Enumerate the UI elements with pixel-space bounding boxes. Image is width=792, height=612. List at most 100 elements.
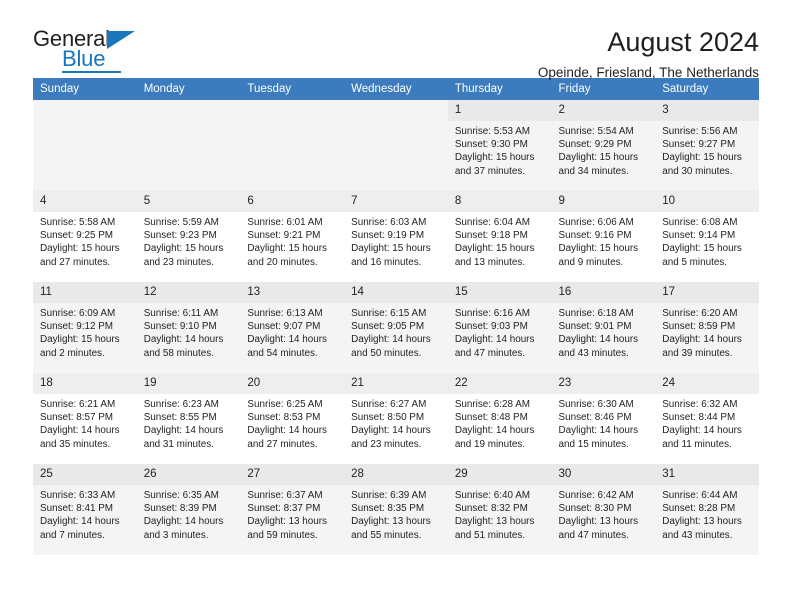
calendar-day[interactable]: 17 Sunrise: 6:20 AM Sunset: 8:59 PM Dayligh… (655, 282, 759, 373)
calendar-day[interactable]: 2 Sunrise: 5:54 AM Sunset: 9:29 PM Daylight… (551, 100, 656, 191)
sunrise-text: Sunrise: 6:35 AM (143, 490, 219, 501)
daylight-text: Daylight: 14 hours and 35 minutes. (40, 425, 120, 450)
daylight-text: Daylight: 14 hours and 7 minutes. (40, 516, 120, 541)
daylight-text: Daylight: 14 hours and 15 minutes. (558, 425, 639, 450)
calendar-cell (240, 100, 345, 191)
calendar-day[interactable]: 24 Sunrise: 6:32 AM Sunset: 8:44 PM Dayligh… (655, 373, 759, 464)
calendar-cell: 5 Sunrise: 5:59 AM Sunset: 9:23 PM Daylight… (136, 191, 241, 282)
day-number: 14 (344, 282, 448, 303)
day-number: 2 (551, 100, 656, 121)
day-details: Sunrise: 5:58 AM Sunset: 9:25 PM Daylight:… (33, 212, 137, 269)
calendar-day[interactable]: 18 Sunrise: 6:21 AM Sunset: 8:57 PM Dayligh… (33, 373, 137, 464)
day-number: 27 (240, 464, 345, 485)
general-blue-logo[interactable]: General Blue (33, 26, 148, 74)
sunset-text: Sunset: 8:50 PM (351, 412, 425, 424)
calendar-day[interactable]: 26 Sunrise: 6:35 AM Sunset: 8:39 PM Dayligh… (136, 464, 241, 555)
sunrise-text: Sunrise: 6:39 AM (351, 490, 427, 501)
sunset-text: Sunset: 8:55 PM (143, 412, 217, 424)
sunrise-text: Sunrise: 6:27 AM (351, 399, 427, 410)
calendar-cell: 12 Sunrise: 6:11 AM Sunset: 9:10 PM Dayligh… (136, 282, 241, 373)
calendar-day[interactable]: 13 Sunrise: 6:13 AM Sunset: 9:07 PM Dayligh… (240, 282, 345, 373)
day-number: 23 (551, 373, 656, 394)
calendar-day[interactable]: 1 Sunrise: 5:53 AM Sunset: 9:30 PM Daylight… (447, 100, 552, 191)
calendar-day[interactable]: 9 Sunrise: 6:06 AM Sunset: 9:16 PM Daylight… (551, 191, 656, 282)
calendar-day[interactable]: 12 Sunrise: 6:11 AM Sunset: 9:10 PM Dayligh… (136, 282, 241, 373)
daylight-text: Daylight: 15 hours and 34 minutes. (558, 152, 639, 177)
weekday-header-wednesday: Wednesday (344, 78, 448, 100)
day-details: Sunrise: 6:01 AM Sunset: 9:21 PM Daylight:… (240, 212, 344, 269)
day-number: 9 (551, 191, 656, 212)
sunset-text: Sunset: 8:41 PM (40, 503, 114, 515)
day-number: 20 (240, 373, 345, 394)
day-number (137, 100, 241, 121)
calendar-cell: 6 Sunrise: 6:01 AM Sunset: 9:21 PM Daylight… (240, 191, 345, 282)
day-number: 1 (447, 100, 552, 121)
calendar-day[interactable]: 19 Sunrise: 6:23 AM Sunset: 8:55 PM Dayligh… (136, 373, 241, 464)
sunrise-text: Sunrise: 5:59 AM (143, 217, 219, 228)
calendar-cell: 17 Sunrise: 6:20 AM Sunset: 8:59 PM Dayligh… (655, 282, 759, 373)
weekday-header-thursday: Thursday (447, 78, 552, 100)
sunrise-text: Sunrise: 6:11 AM (143, 308, 219, 319)
calendar-day[interactable]: 8 Sunrise: 6:04 AM Sunset: 9:18 PM Daylight… (447, 191, 552, 282)
calendar-day[interactable]: 5 Sunrise: 5:59 AM Sunset: 9:23 PM Daylight… (136, 191, 241, 282)
calendar-day[interactable]: 10 Sunrise: 6:08 AM Sunset: 9:14 PM Dayligh… (655, 191, 759, 282)
day-number: 29 (447, 464, 552, 485)
day-number: 6 (240, 191, 345, 212)
calendar-body: 1 Sunrise: 5:53 AM Sunset: 9:30 PM Daylight… (33, 100, 759, 555)
calendar-day[interactable]: 16 Sunrise: 6:18 AM Sunset: 9:01 PM Dayligh… (551, 282, 656, 373)
calendar-cell: 28 Sunrise: 6:39 AM Sunset: 8:35 PM Dayligh… (344, 464, 448, 555)
calendar-cell: 27 Sunrise: 6:37 AM Sunset: 8:37 PM Dayligh… (240, 464, 345, 555)
sunrise-text: Sunrise: 6:20 AM (662, 308, 738, 319)
calendar-day[interactable]: 25 Sunrise: 6:33 AM Sunset: 8:41 PM Dayligh… (33, 464, 137, 555)
calendar-day[interactable]: 31 Sunrise: 6:44 AM Sunset: 8:28 PM Dayligh… (655, 464, 759, 555)
day-number: 16 (551, 282, 656, 303)
calendar-day[interactable]: 20 Sunrise: 6:25 AM Sunset: 8:53 PM Dayligh… (240, 373, 345, 464)
calendar-cell: 16 Sunrise: 6:18 AM Sunset: 9:01 PM Dayligh… (551, 282, 656, 373)
calendar-cell: 9 Sunrise: 6:06 AM Sunset: 9:16 PM Daylight… (551, 191, 656, 282)
day-number: 4 (33, 191, 137, 212)
calendar-cell (136, 100, 241, 191)
sunset-text: Sunset: 9:03 PM (454, 321, 528, 333)
day-details: Sunrise: 6:27 AM Sunset: 8:50 PM Daylight:… (344, 394, 448, 451)
calendar-day[interactable]: 23 Sunrise: 6:30 AM Sunset: 8:46 PM Dayligh… (551, 373, 656, 464)
sunrise-text: Sunrise: 6:40 AM (454, 490, 531, 501)
day-details: Sunrise: 6:23 AM Sunset: 8:55 PM Daylight:… (137, 394, 241, 451)
daylight-text: Daylight: 15 hours and 37 minutes. (454, 152, 535, 177)
day-details: Sunrise: 6:18 AM Sunset: 9:01 PM Daylight:… (552, 303, 656, 360)
calendar-day[interactable]: 4 Sunrise: 5:58 AM Sunset: 9:25 PM Daylight… (33, 191, 137, 282)
day-details: Sunrise: 6:42 AM Sunset: 8:30 PM Daylight:… (552, 485, 656, 542)
sunset-text: Sunset: 8:46 PM (558, 412, 632, 424)
calendar-day[interactable]: 28 Sunrise: 6:39 AM Sunset: 8:35 PM Dayligh… (344, 464, 448, 555)
calendar-day[interactable]: 30 Sunrise: 6:42 AM Sunset: 8:30 PM Dayligh… (551, 464, 656, 555)
day-number: 12 (136, 282, 241, 303)
calendar-cell: 30 Sunrise: 6:42 AM Sunset: 8:30 PM Dayligh… (551, 464, 656, 555)
calendar-cell (33, 100, 137, 191)
calendar-cell: 8 Sunrise: 6:04 AM Sunset: 9:18 PM Daylight… (447, 191, 552, 282)
calendar-table: Sunday Monday Tuesday Wednesday Thursday… (33, 78, 759, 555)
weekday-header-tuesday: Tuesday (240, 78, 345, 100)
calendar-day[interactable]: 7 Sunrise: 6:03 AM Sunset: 9:19 PM Daylight… (344, 191, 448, 282)
daylight-text: Daylight: 14 hours and 23 minutes. (351, 425, 431, 450)
sunset-text: Sunset: 9:14 PM (662, 230, 736, 242)
calendar-day[interactable]: 11 Sunrise: 6:09 AM Sunset: 9:12 PM Dayligh… (33, 282, 137, 373)
sunrise-text: Sunrise: 6:30 AM (558, 399, 634, 410)
daylight-text: Daylight: 15 hours and 30 minutes. (662, 152, 742, 177)
calendar-day[interactable]: 3 Sunrise: 5:56 AM Sunset: 9:27 PM Daylight… (655, 100, 759, 191)
day-details: Sunrise: 6:30 AM Sunset: 8:46 PM Daylight:… (552, 394, 656, 451)
calendar-cell: 25 Sunrise: 6:33 AM Sunset: 8:41 PM Dayligh… (33, 464, 137, 555)
calendar-day[interactable]: 15 Sunrise: 6:16 AM Sunset: 9:03 PM Dayligh… (447, 282, 552, 373)
daylight-text: Daylight: 13 hours and 55 minutes. (351, 516, 431, 541)
calendar-day-empty (344, 100, 448, 191)
calendar-day[interactable]: 21 Sunrise: 6:27 AM Sunset: 8:50 PM Dayligh… (344, 373, 448, 464)
calendar-day[interactable]: 27 Sunrise: 6:37 AM Sunset: 8:37 PM Dayligh… (240, 464, 345, 555)
sunset-text: Sunset: 8:30 PM (558, 503, 632, 515)
sunrise-text: Sunrise: 6:18 AM (558, 308, 634, 319)
calendar-week-row: 25 Sunrise: 6:33 AM Sunset: 8:41 PM Dayligh… (33, 464, 759, 555)
calendar-day[interactable]: 14 Sunrise: 6:15 AM Sunset: 9:05 PM Dayligh… (344, 282, 448, 373)
calendar-day[interactable]: 6 Sunrise: 6:01 AM Sunset: 9:21 PM Daylight… (240, 191, 345, 282)
daylight-text: Daylight: 15 hours and 13 minutes. (454, 243, 535, 268)
daylight-text: Daylight: 15 hours and 5 minutes. (662, 243, 742, 268)
calendar-day[interactable]: 29 Sunrise: 6:40 AM Sunset: 8:32 PM Dayligh… (447, 464, 552, 555)
calendar-day[interactable]: 22 Sunrise: 6:28 AM Sunset: 8:48 PM Dayligh… (447, 373, 552, 464)
sunset-text: Sunset: 9:25 PM (40, 230, 114, 242)
